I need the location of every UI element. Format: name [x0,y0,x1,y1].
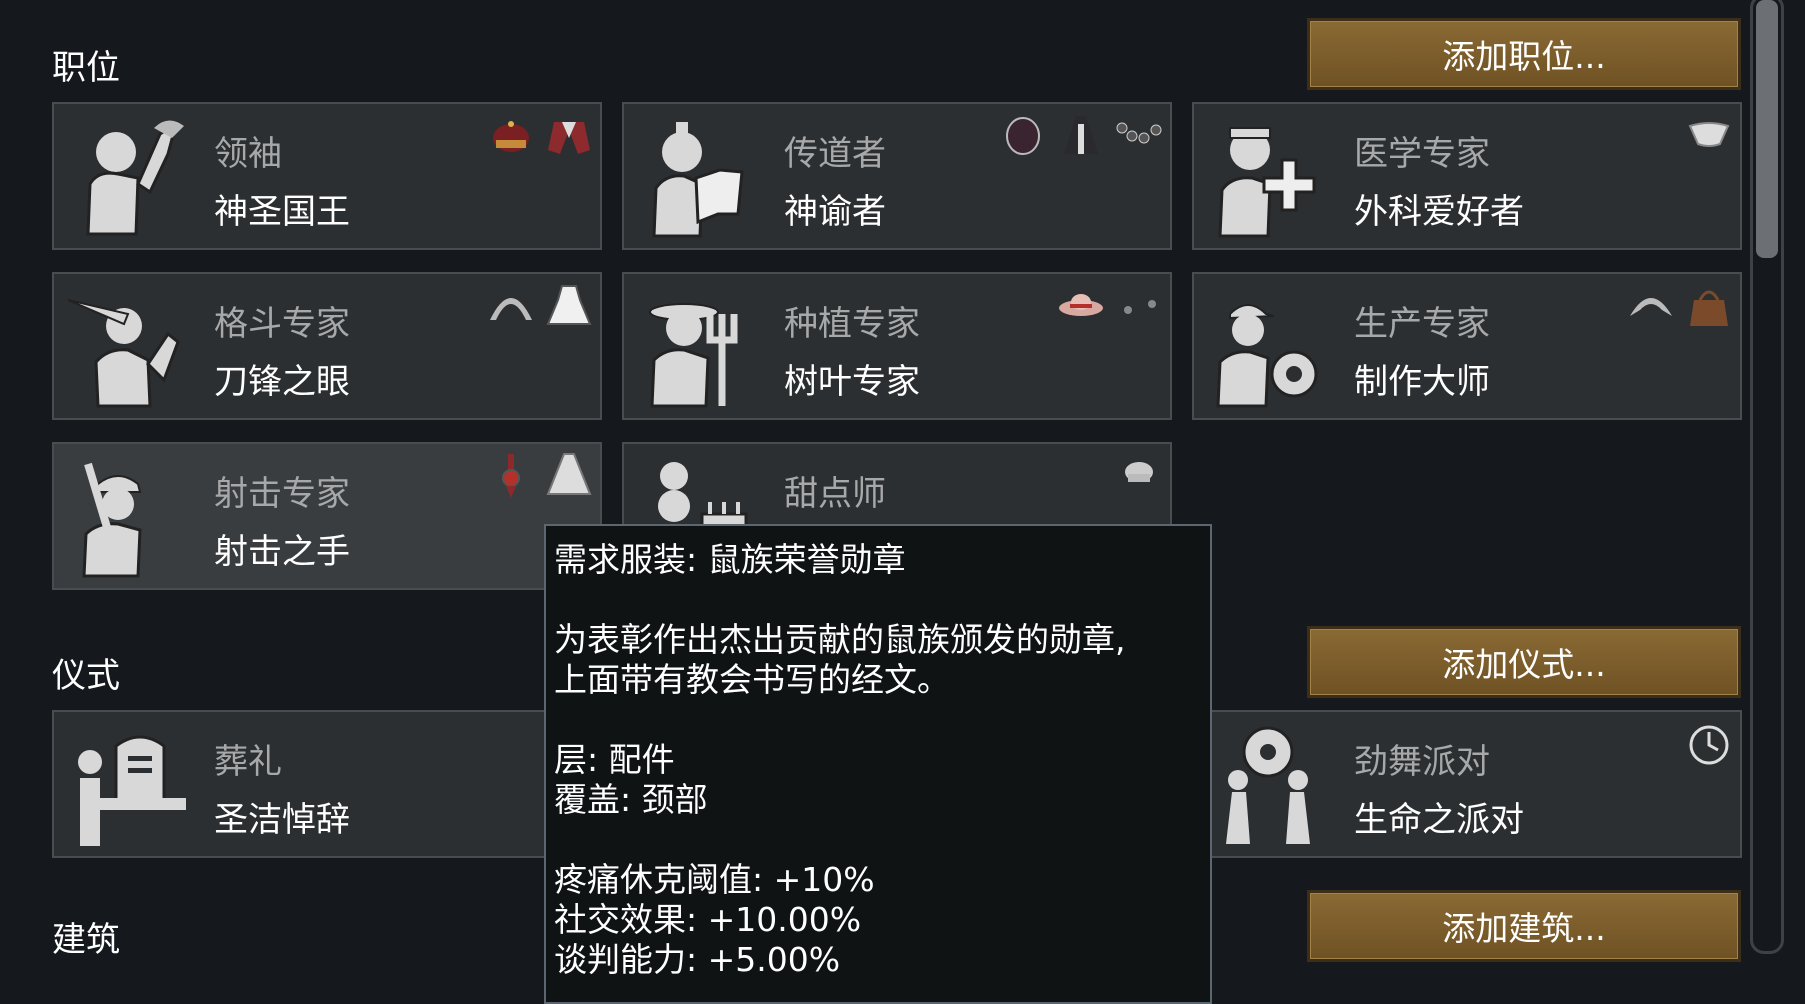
rituals-section-title: 仪式 [52,656,120,696]
role-name: 神谕者 [784,192,886,232]
horn-headband-icon[interactable] [486,280,536,330]
straw-hat-icon[interactable] [1056,280,1106,330]
earrings-icon[interactable] [1114,280,1164,330]
ritual-name: 生命之派对 [1354,800,1524,840]
role-name: 制作大师 [1354,362,1490,402]
role-card-shooting[interactable]: 射击专家 射击之手 [52,442,602,590]
role-name: 树叶专家 [784,362,920,402]
beads-icon[interactable] [1114,110,1164,160]
role-title: 生产专家 [1354,304,1490,344]
ritual-title: 葬礼 [214,742,282,782]
roles-section-title: 职位 [52,48,120,88]
medic-portrait-icon [1218,127,1316,238]
cape-icon[interactable] [544,450,594,500]
add-ritual-button[interactable]: 添加仪式... [1307,626,1741,698]
crafter-portrait-icon [1216,304,1318,408]
apparel-tooltip: 需求服装: 鼠族荣誉勋章 为表彰作出杰出贡献的鼠族颁发的勋章, 上面带有教会书写… [544,524,1212,1004]
tooltip-description-line: 为表彰作出杰出贡献的鼠族颁发的勋章, [554,620,1126,659]
role-title: 甜点师 [784,474,886,514]
frilled-dress-icon[interactable] [544,280,594,330]
ritual-card-dance-party[interactable]: 劲舞派对 生命之派对 [1192,710,1742,858]
vestment-icon[interactable] [1056,110,1106,160]
clock-icon[interactable] [1684,718,1734,768]
role-title: 射击专家 [214,474,350,514]
ritual-title: 劲舞派对 [1354,742,1490,782]
crown-icon[interactable] [486,110,536,160]
tooltip-stat: 疼痛休克阈值: +10% [554,860,875,899]
mask-icon[interactable] [1684,110,1734,160]
tooltip-covers: 覆盖: 颈部 [554,780,708,819]
role-title: 传道者 [784,134,886,174]
hood-icon[interactable] [998,110,1048,160]
medal-icon[interactable] [486,450,536,500]
visor-icon[interactable] [1626,280,1676,330]
tooltip-description-line: 上面带有教会书写的经文。 [554,660,950,699]
leader-portrait-icon [86,120,184,236]
scrollbar-thumb[interactable] [1756,0,1778,258]
tooltip-stat: 谈判能力: +5.00% [554,940,841,979]
ritual-name: 圣洁悼辞 [214,800,350,840]
preacher-portrait-icon [652,122,744,238]
dance-party-portrait-icon [1226,726,1310,844]
shooter-portrait-icon [82,462,142,578]
role-card-production[interactable]: 生产专家 制作大师 [1192,272,1742,420]
add-building-button[interactable]: 添加建筑... [1307,890,1741,962]
role-title: 种植专家 [784,304,920,344]
farmer-portrait-icon [649,303,738,408]
tooltip-header: 需求服装: 鼠族荣誉勋章 [554,540,906,579]
tooltip-layer: 层: 配件 [554,740,675,779]
chef-hat-icon[interactable] [1114,450,1164,500]
role-name: 刀锋之眼 [214,362,350,402]
role-title: 格斗专家 [214,304,350,344]
role-card-leader[interactable]: 领袖 神圣国王 [52,102,602,250]
role-card-plant[interactable]: 种植专家 树叶专家 [622,272,1172,420]
role-card-melee[interactable]: 格斗专家 刀锋之眼 [52,272,602,420]
melee-portrait-icon [68,299,180,408]
role-name: 外科爱好者 [1354,192,1524,232]
role-title: 领袖 [214,134,282,174]
add-role-button[interactable]: 添加职位... [1307,18,1741,90]
role-card-preacher[interactable]: 传道者 神谕者 [622,102,1172,250]
leather-bag-icon[interactable] [1684,280,1734,330]
funeral-portrait-icon [78,735,186,846]
tooltip-stat: 社交效果: +10.00% [554,900,862,939]
role-name: 射击之手 [214,532,350,572]
role-title: 医学专家 [1354,134,1490,174]
ritual-card-funeral[interactable]: 葬礼 圣洁悼辞 [52,710,602,858]
role-card-medical[interactable]: 医学专家 外科爱好者 [1192,102,1742,250]
robe-icon[interactable] [544,110,594,160]
buildings-section-title: 建筑 [52,920,120,960]
role-name: 神圣国王 [214,192,350,232]
